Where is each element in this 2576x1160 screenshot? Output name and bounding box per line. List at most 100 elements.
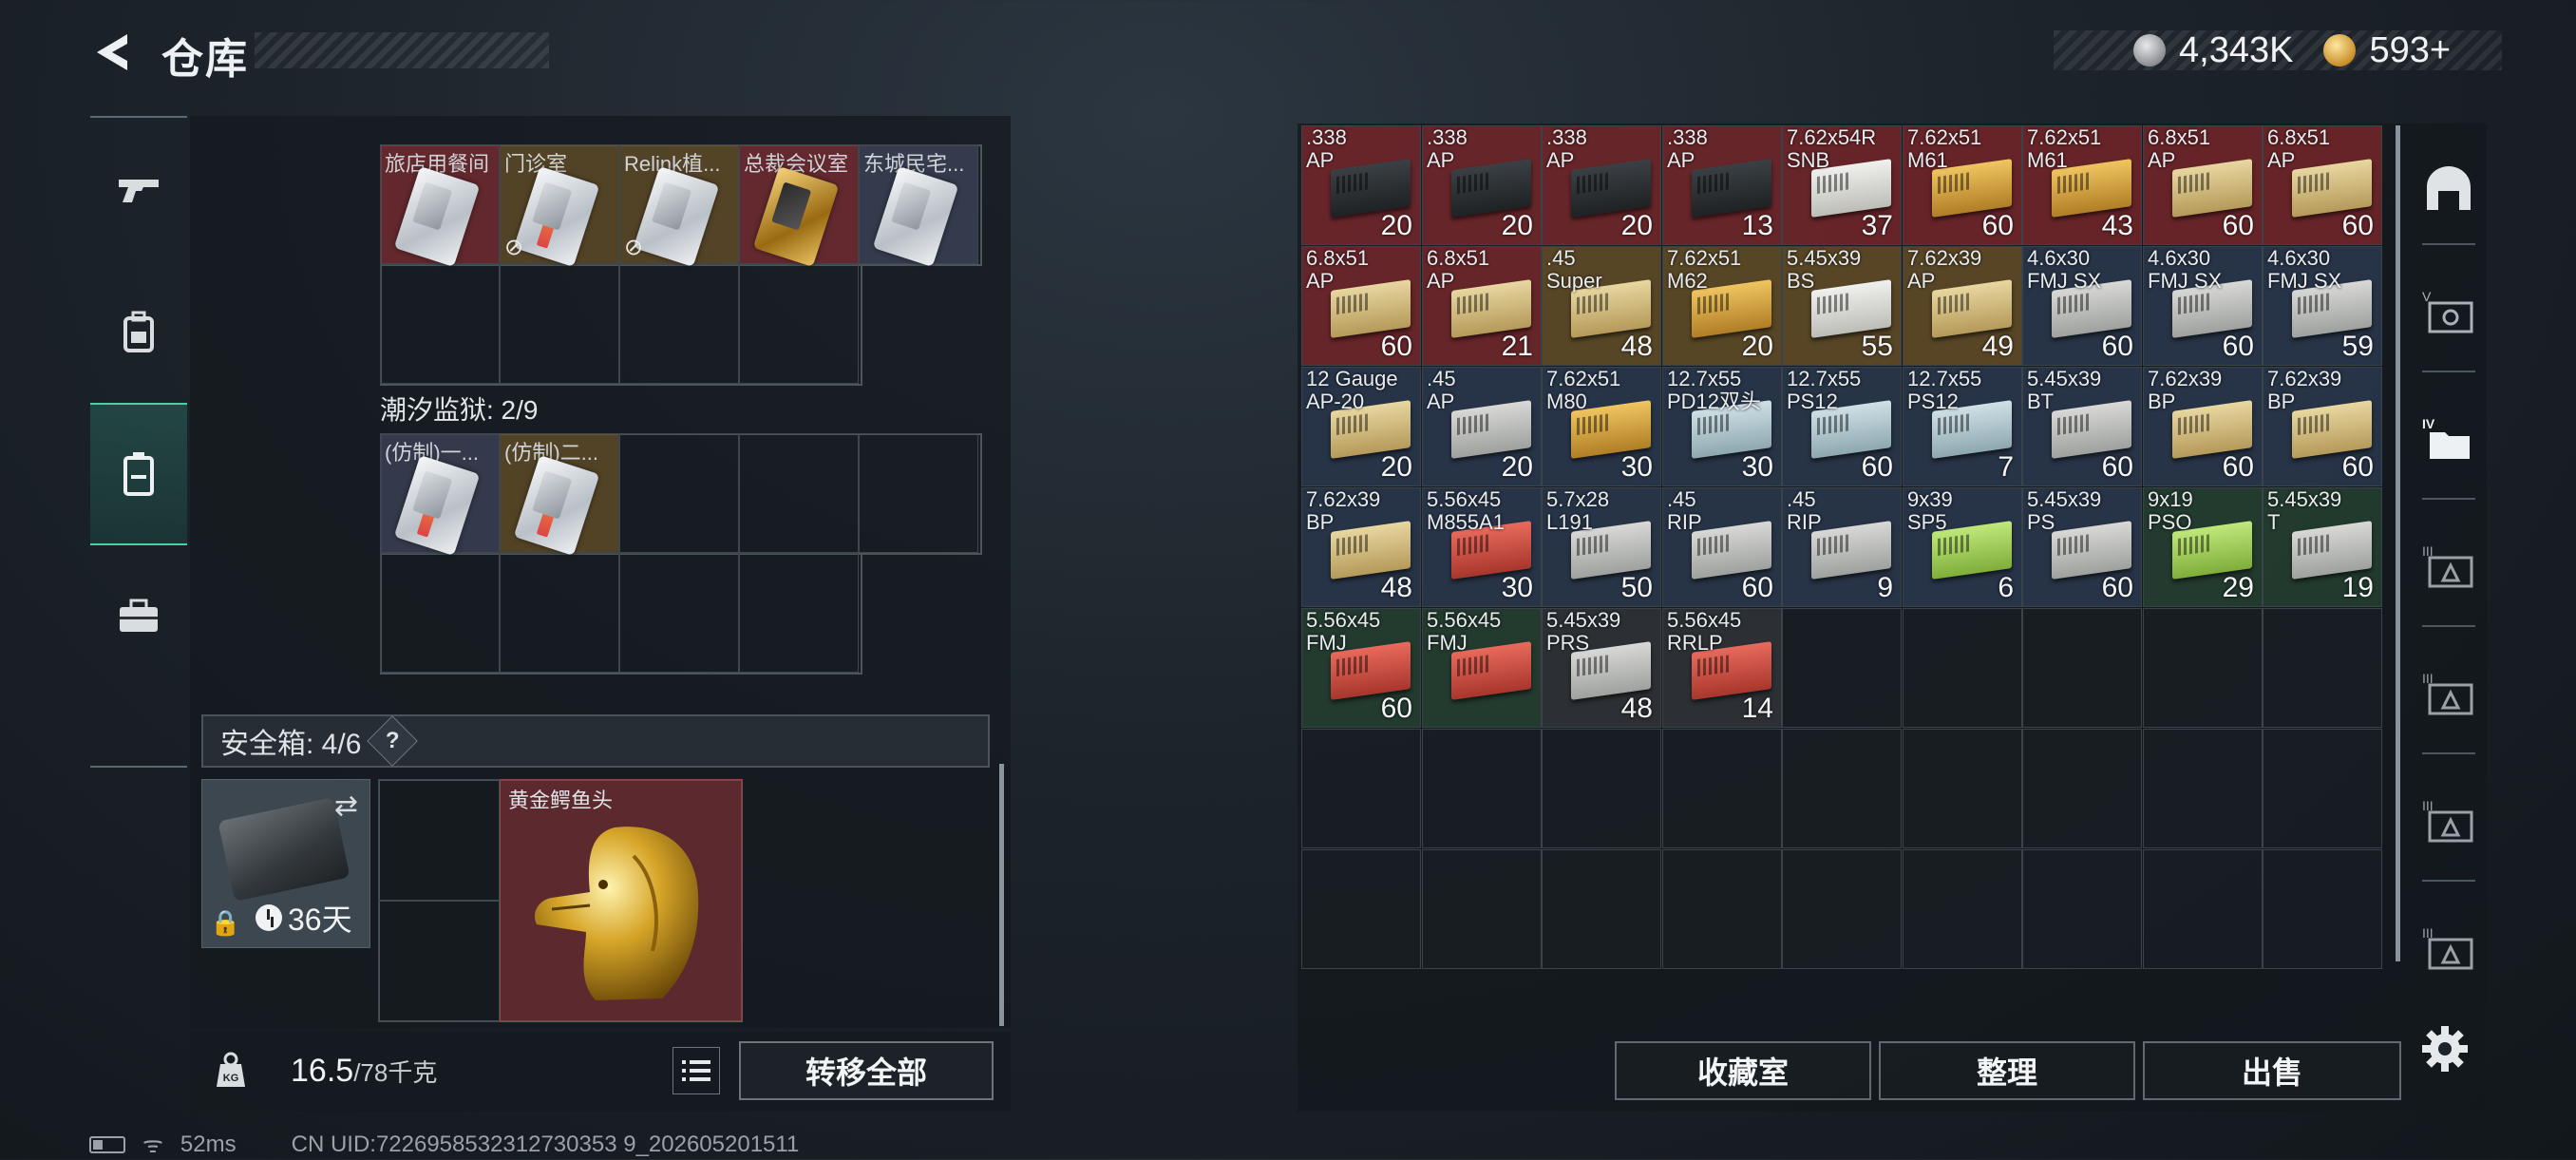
- list-view-button[interactable]: [672, 1047, 720, 1094]
- golden-croc-head-item[interactable]: 黄金鳄鱼头: [500, 779, 743, 1022]
- empty-slot[interactable]: [619, 433, 739, 553]
- ammo-item[interactable]: 5.45x39 T 19: [2263, 487, 2382, 607]
- empty-slot[interactable]: [378, 779, 500, 901]
- empty-slot[interactable]: [1782, 729, 1902, 848]
- tab-folder[interactable]: IV: [2409, 382, 2489, 496]
- ammo-item[interactable]: .45 Super 48: [1542, 246, 1661, 366]
- transfer-all-button[interactable]: 转移全部: [739, 1041, 994, 1100]
- stash-scrollbar[interactable]: [2396, 125, 2400, 961]
- empty-slot[interactable]: [1422, 729, 1542, 848]
- empty-slot[interactable]: [1903, 729, 2022, 848]
- ammo-item[interactable]: 7.62x39 BP 48: [1301, 487, 1421, 607]
- ammo-item[interactable]: 6.8x51 AP 60: [2143, 125, 2263, 245]
- ammo-item[interactable]: 12.7x55 PD12双头 30: [1662, 367, 1782, 486]
- empty-slot[interactable]: [2263, 729, 2382, 848]
- empty-slot[interactable]: [500, 553, 619, 673]
- ammo-item[interactable]: 7.62x39 BP 60: [2263, 367, 2382, 486]
- tab-backpack[interactable]: [90, 260, 187, 403]
- ammo-item[interactable]: 5.45x39 PRS 48: [1542, 608, 1661, 728]
- collection-room-button[interactable]: 收藏室: [1615, 1041, 1871, 1100]
- empty-slot[interactable]: [1782, 608, 1902, 728]
- ammo-item[interactable]: 5.45x39 BS 55: [1782, 246, 1902, 366]
- ammo-item[interactable]: 6.8x51 AP 60: [1301, 246, 1421, 366]
- ammo-item[interactable]: 5.56x45 FMJ 60: [1301, 608, 1421, 728]
- empty-slot[interactable]: [1903, 849, 2022, 969]
- ammo-item[interactable]: 7.62x39 BP 60: [2143, 367, 2263, 486]
- gold-amount[interactable]: 593+: [2369, 30, 2451, 71]
- prison-keycard-item[interactable]: (仿制)一...: [380, 433, 500, 556]
- ammo-item[interactable]: 9x39 SP5 6: [1903, 487, 2022, 607]
- ammo-item[interactable]: 5.56x45 FMJ: [1422, 608, 1542, 728]
- empty-slot[interactable]: [2143, 849, 2263, 969]
- empty-slot[interactable]: [739, 264, 859, 384]
- empty-slot[interactable]: [739, 433, 859, 553]
- help-icon[interactable]: ?: [367, 715, 419, 767]
- empty-slot[interactable]: [1782, 849, 1902, 969]
- prison-keycard-item[interactable]: (仿制)二...: [500, 433, 619, 556]
- ammo-item[interactable]: 5.7x28 L191 50: [1542, 487, 1661, 607]
- sell-button[interactable]: 出售: [2143, 1041, 2401, 1100]
- safe-case-slot[interactable]: ⇄ 🔒 36天: [201, 779, 370, 948]
- sort-button[interactable]: 整理: [1879, 1041, 2135, 1100]
- empty-slot[interactable]: [2143, 729, 2263, 848]
- ammo-item[interactable]: .338 AP 13: [1662, 125, 1782, 245]
- ammo-item[interactable]: 4.6x30 FMJ SX 59: [2263, 246, 2382, 366]
- tab-briefcase[interactable]: [90, 545, 187, 688]
- back-icon[interactable]: [85, 27, 137, 78]
- empty-slot[interactable]: [619, 264, 739, 384]
- keycard-item[interactable]: 旅店用餐间: [380, 144, 500, 267]
- ammo-item[interactable]: 9x19 PSO 29: [2143, 487, 2263, 607]
- empty-slot[interactable]: [2263, 608, 2382, 728]
- tab-container[interactable]: [90, 403, 187, 545]
- empty-slot[interactable]: [1301, 729, 1421, 848]
- ammo-item[interactable]: 5.45x39 BT 60: [2022, 367, 2142, 486]
- ammo-item[interactable]: 7.62x51 M80 30: [1542, 367, 1661, 486]
- tab-storage-2[interactable]: III: [2409, 637, 2489, 751]
- empty-slot[interactable]: [1662, 729, 1782, 848]
- empty-slot[interactable]: [500, 264, 619, 384]
- ammo-item[interactable]: 7.62x51 M61 60: [1903, 125, 2022, 245]
- ammo-item[interactable]: .45 RIP 60: [1662, 487, 1782, 607]
- ammo-item[interactable]: .338 AP 20: [1542, 125, 1661, 245]
- keycard-item[interactable]: 门诊室 ⊘: [500, 144, 619, 267]
- ammo-item[interactable]: 5.56x45 M855A1 30: [1422, 487, 1542, 607]
- ammo-item[interactable]: 4.6x30 FMJ SX 60: [2022, 246, 2142, 366]
- empty-slot[interactable]: [1662, 849, 1782, 969]
- tab-storage-4[interactable]: III: [2409, 891, 2489, 1005]
- ammo-item[interactable]: 12 Gauge AP-20 20: [1301, 367, 1421, 486]
- ammo-item[interactable]: 12.7x55 PS12 60: [1782, 367, 1902, 486]
- settings-gear-icon[interactable]: [2418, 1022, 2472, 1075]
- ammo-item[interactable]: 7.62x51 M61 43: [2022, 125, 2142, 245]
- ammo-item[interactable]: 12.7x55 PS12 7: [1903, 367, 2022, 486]
- empty-slot[interactable]: [739, 553, 859, 673]
- empty-slot[interactable]: [1903, 608, 2022, 728]
- ammo-item[interactable]: 7.62x51 M62 20: [1662, 246, 1782, 366]
- keycard-item[interactable]: 东城民宅...: [859, 144, 978, 267]
- empty-slot[interactable]: [380, 553, 500, 673]
- ammo-item[interactable]: 5.56x45 RRLP 14: [1662, 608, 1782, 728]
- empty-slot[interactable]: [1542, 729, 1661, 848]
- empty-slot[interactable]: [380, 264, 500, 384]
- ammo-item[interactable]: 5.45x39 PS 60: [2022, 487, 2142, 607]
- tab-storage-1[interactable]: III: [2409, 509, 2489, 623]
- ammo-item[interactable]: 6.8x51 AP 21: [1422, 246, 1542, 366]
- ammo-item[interactable]: 7.62x54R SNB 37: [1782, 125, 1902, 245]
- empty-slot[interactable]: [1422, 849, 1542, 969]
- ammo-item[interactable]: .45 RIP 9: [1782, 487, 1902, 607]
- empty-slot[interactable]: [1542, 849, 1661, 969]
- ammo-item[interactable]: .338 AP 20: [1422, 125, 1542, 245]
- empty-slot[interactable]: [2263, 849, 2382, 969]
- tab-helmet[interactable]: [2409, 131, 2489, 245]
- empty-slot[interactable]: [2143, 608, 2263, 728]
- empty-slot[interactable]: [2022, 608, 2142, 728]
- ammo-item[interactable]: 7.62x39 AP 49: [1903, 246, 2022, 366]
- ammo-item[interactable]: .45 AP 20: [1422, 367, 1542, 486]
- empty-slot[interactable]: [2022, 849, 2142, 969]
- empty-slot[interactable]: [378, 901, 500, 1022]
- tab-weapon[interactable]: [90, 118, 187, 260]
- left-scrollbar[interactable]: [999, 764, 1004, 1026]
- empty-slot[interactable]: [1301, 849, 1421, 969]
- ammo-item[interactable]: 4.6x30 FMJ SX 60: [2143, 246, 2263, 366]
- ammo-item[interactable]: .338 AP 20: [1301, 125, 1421, 245]
- ammo-item[interactable]: 6.8x51 AP 60: [2263, 125, 2382, 245]
